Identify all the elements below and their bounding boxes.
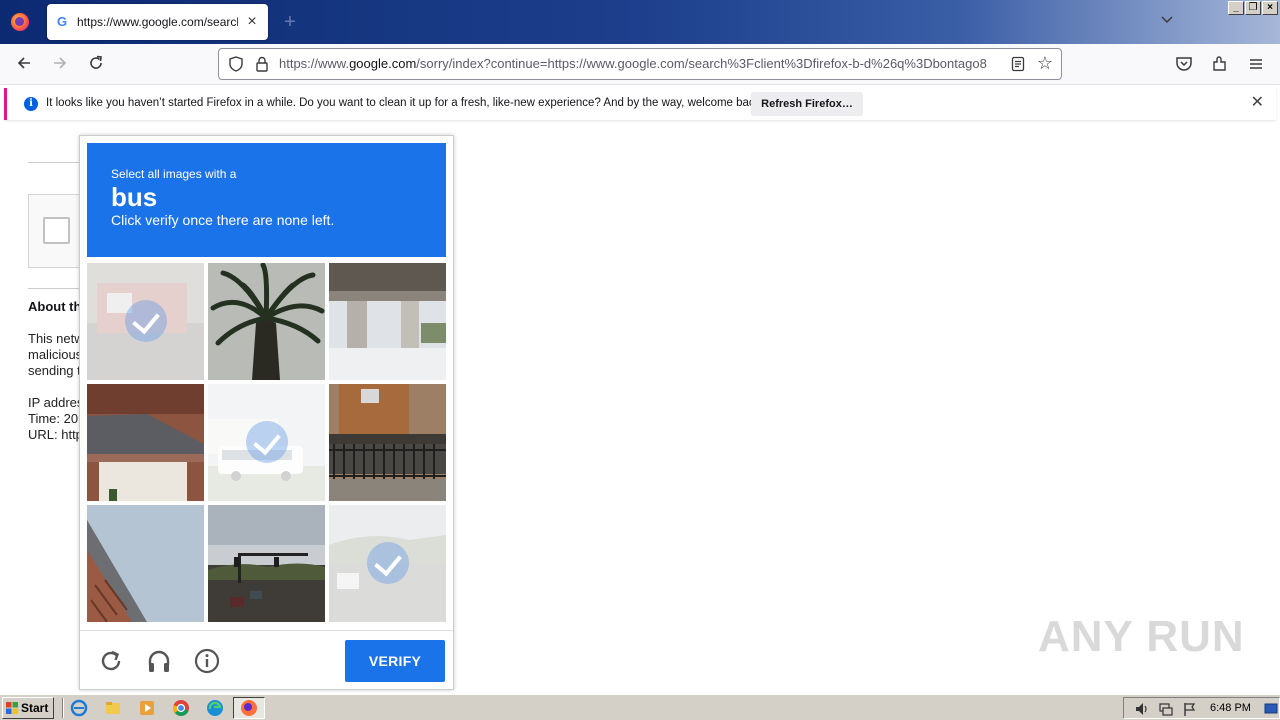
checkmark-icon: [367, 542, 409, 584]
notification-message: It looks like you haven’t started Firefo…: [46, 97, 764, 109]
tracking-shield-icon[interactable]: [227, 55, 245, 73]
tab-close-icon[interactable]: ×: [244, 14, 260, 30]
tab-strip: G https://www.google.com/search?c × + _ …: [0, 0, 1280, 44]
volume-icon[interactable]: [1134, 701, 1150, 717]
recaptcha-checkbox[interactable]: [43, 217, 70, 244]
start-button[interactable]: Start: [2, 697, 54, 719]
anyrun-watermark: ANY RUN: [1038, 612, 1245, 661]
network-icon[interactable]: [1158, 701, 1174, 717]
firefox-menu-button[interactable]: [0, 0, 40, 44]
window-controls: _ ❐ ×: [1228, 1, 1278, 15]
recaptcha-challenge: Select all images with a bus Click verif…: [79, 135, 454, 690]
windows-flag-icon: [6, 702, 18, 714]
about-text-line: sending t: [28, 363, 81, 378]
navigation-toolbar: https://www.google.com/sorry/index?conti…: [0, 44, 1280, 85]
url-text[interactable]: https://www.google.com/sorry/index?conti…: [279, 56, 1001, 71]
captcha-tile[interactable]: [87, 263, 204, 380]
refresh-firefox-button[interactable]: Refresh Firefox…: [751, 92, 863, 116]
media-player-icon[interactable]: [138, 699, 156, 717]
edge-icon[interactable]: [206, 699, 224, 717]
about-text-line: This netw: [28, 331, 84, 346]
captcha-tile[interactable]: [329, 384, 446, 501]
firefox-icon: [241, 700, 257, 716]
internet-explorer-icon[interactable]: [70, 699, 88, 717]
captcha-tile[interactable]: [208, 384, 325, 501]
hamburger-menu-icon[interactable]: [1246, 54, 1266, 74]
system-tray: 6:48 PM: [1123, 697, 1280, 719]
captcha-tile[interactable]: [208, 263, 325, 380]
info-icon: i: [24, 97, 38, 111]
info-text-line: IP addres: [28, 395, 84, 410]
verify-button[interactable]: VERIFY: [345, 640, 445, 682]
notification-close-icon[interactable]: ✕: [1251, 95, 1264, 111]
lock-icon[interactable]: [253, 55, 271, 73]
challenge-footer: VERIFY: [80, 630, 453, 690]
checkmark-icon: [125, 300, 167, 342]
show-desktop-icon[interactable]: [1264, 702, 1278, 716]
reload-icon[interactable]: [98, 648, 124, 674]
challenge-header: Select all images with a bus Click verif…: [87, 143, 446, 257]
captcha-tile[interactable]: [329, 263, 446, 380]
info-icon[interactable]: [194, 648, 220, 674]
url-path: /sorry/index?continue=https://www.google…: [416, 56, 987, 71]
tab-title: https://www.google.com/search?c: [77, 15, 238, 29]
about-text-line: malicious: [28, 347, 83, 362]
captcha-tile[interactable]: [87, 505, 204, 622]
windows-taskbar: Start 6:48 PM: [0, 694, 1280, 720]
clock-time[interactable]: 6:48 PM: [1210, 702, 1251, 714]
headphones-icon[interactable]: [146, 648, 172, 674]
info-text-line: URL: http: [28, 427, 83, 442]
challenge-instruction-secondary: Click verify once there are none left.: [111, 212, 335, 228]
close-window-icon[interactable]: ×: [1262, 1, 1278, 15]
start-label: Start: [21, 701, 49, 715]
info-text-line: Time: 20: [28, 411, 79, 426]
bookmark-star-icon[interactable]: ☆: [1037, 54, 1053, 72]
minimize-icon[interactable]: _: [1228, 1, 1244, 15]
address-bar[interactable]: https://www.google.com/sorry/index?conti…: [218, 48, 1062, 80]
forward-arrow-icon[interactable]: [50, 54, 70, 74]
firefox-logo-icon: [11, 13, 29, 31]
checkmark-icon: [246, 421, 288, 463]
restore-icon[interactable]: ❐: [1245, 1, 1261, 15]
captcha-tile[interactable]: [208, 505, 325, 622]
google-g-icon: G: [56, 14, 68, 29]
challenge-instruction: Select all images with a: [111, 167, 237, 181]
taskbar-separator: [62, 698, 64, 718]
reload-page-icon[interactable]: [86, 54, 106, 74]
captcha-tile[interactable]: [87, 384, 204, 501]
pocket-icon[interactable]: [1174, 54, 1194, 74]
url-host: google.com: [349, 56, 417, 71]
reader-view-icon[interactable]: [1009, 55, 1027, 73]
firefox-taskbar-button[interactable]: [233, 697, 265, 719]
file-explorer-icon[interactable]: [104, 699, 122, 717]
image-grid: [87, 263, 446, 622]
refresh-firefox-notification: i It looks like you haven’t started Fire…: [4, 88, 1276, 120]
list-all-tabs-icon[interactable]: [1158, 12, 1176, 30]
back-arrow-icon[interactable]: [14, 54, 34, 74]
captcha-tile[interactable]: [329, 505, 446, 622]
challenge-target-word: bus: [111, 182, 158, 212]
about-heading: About th: [28, 299, 82, 314]
browser-tab[interactable]: G https://www.google.com/search?c ×: [47, 4, 268, 40]
action-center-flag-icon[interactable]: [1182, 701, 1198, 717]
url-prefix: https://www.: [279, 56, 350, 71]
extensions-icon[interactable]: [1210, 54, 1230, 74]
new-tab-icon[interactable]: +: [280, 12, 300, 32]
chrome-icon[interactable]: [172, 699, 190, 717]
